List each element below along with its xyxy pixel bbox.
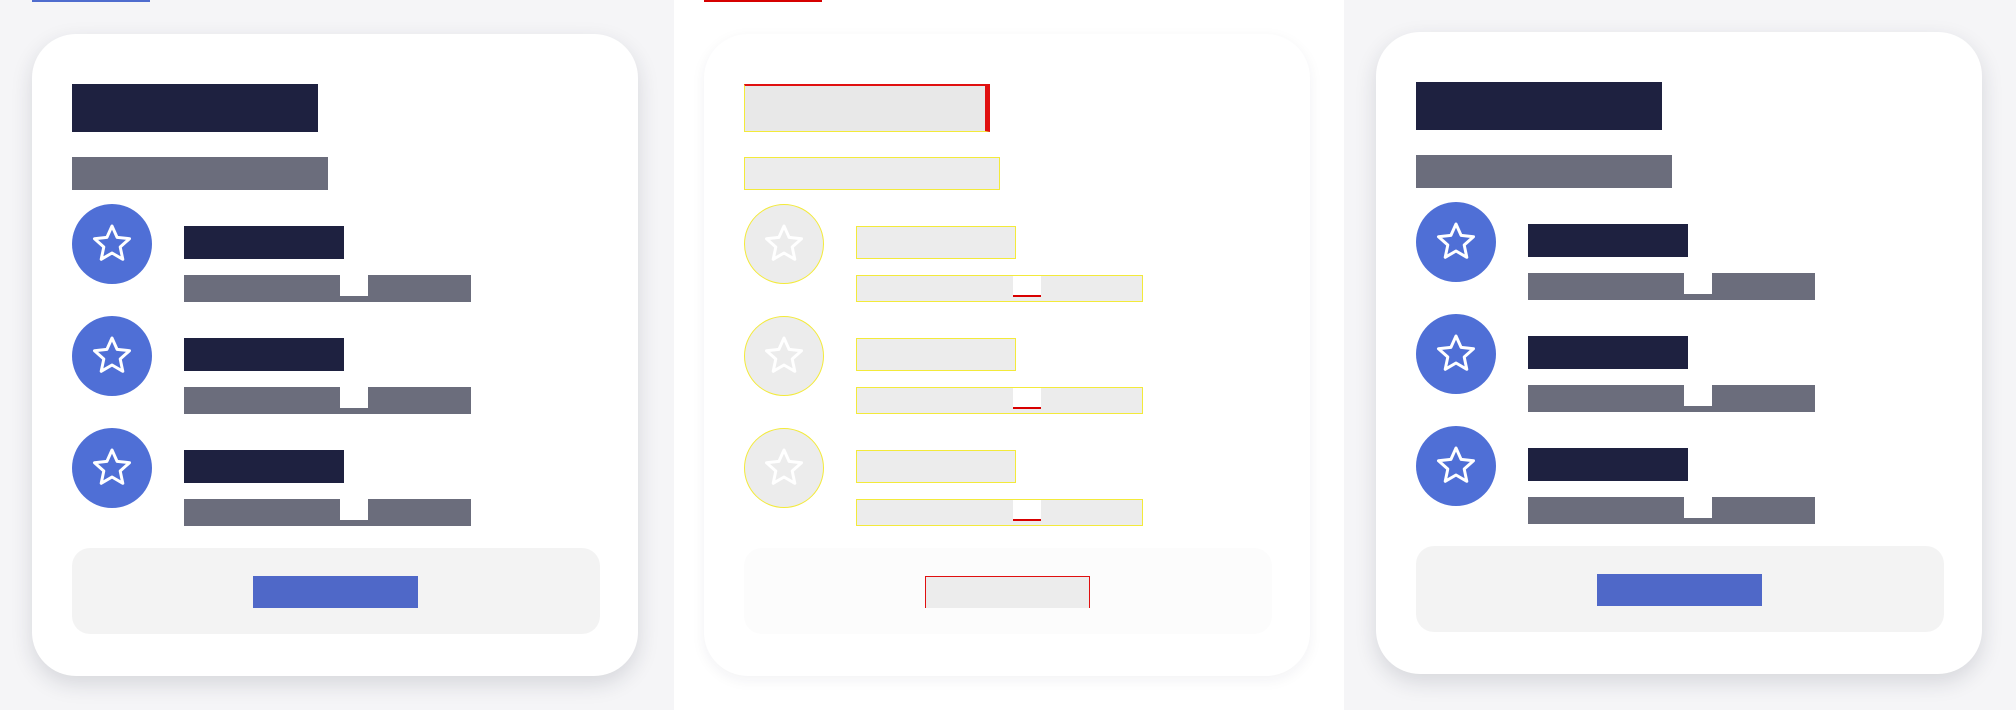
left-top-accent-line [32, 0, 150, 2]
cta-container [1416, 546, 1944, 632]
star-icon [744, 316, 824, 396]
feature-title [1528, 448, 1688, 482]
feature-item [1416, 314, 1876, 412]
feature-item [72, 204, 532, 302]
feature-item [1416, 426, 1876, 524]
feature-title-placeholder [856, 450, 1016, 484]
feature-description [1528, 385, 1815, 412]
feature-item [72, 428, 532, 526]
feature-card [32, 34, 638, 676]
feature-title [184, 226, 344, 260]
feature-list [72, 204, 532, 526]
description-line-gap [1684, 273, 1712, 294]
feature-list [1416, 202, 1876, 524]
card-subtitle-placeholder [744, 157, 1000, 190]
star-icon [1416, 426, 1496, 506]
feature-title [184, 450, 344, 484]
star-icon [1416, 314, 1496, 394]
feature-description [184, 275, 471, 302]
star-icon [72, 428, 152, 508]
card-subtitle [72, 157, 328, 190]
feature-title [1528, 224, 1688, 258]
feature-list-skeleton [744, 204, 1204, 526]
middle-top-accent-line [704, 0, 822, 2]
feature-description-placeholder [856, 275, 1143, 302]
feature-item [72, 316, 532, 414]
feature-title-placeholder [856, 338, 1016, 372]
card-subtitle [1416, 155, 1672, 188]
primary-cta-button-placeholder[interactable] [925, 576, 1090, 608]
description-line-gap [340, 275, 368, 296]
feature-description-placeholder [856, 387, 1143, 414]
card-title [1416, 81, 1662, 130]
description-line-gap [340, 499, 368, 520]
feature-description [184, 387, 471, 414]
star-icon [744, 428, 824, 508]
description-line-gap [1013, 500, 1041, 521]
feature-item [1416, 202, 1876, 300]
feature-item-skeleton [744, 316, 1204, 414]
description-line-gap [1013, 276, 1041, 297]
feature-item-skeleton [744, 204, 1204, 302]
primary-cta-button[interactable] [253, 576, 418, 608]
left-card-variant [0, 0, 674, 710]
feature-title-placeholder [856, 226, 1016, 260]
description-line-gap [1013, 388, 1041, 409]
feature-card-skeleton [704, 34, 1310, 676]
description-line-gap [340, 387, 368, 408]
screenshot-comparison [0, 0, 2016, 710]
feature-card [1376, 32, 1982, 674]
feature-item-skeleton [744, 428, 1204, 526]
description-line-gap [1684, 385, 1712, 406]
card-title-placeholder [744, 83, 990, 132]
star-icon [1416, 202, 1496, 282]
feature-title [1528, 336, 1688, 370]
feature-description [1528, 497, 1815, 524]
star-icon [744, 204, 824, 284]
feature-description [184, 499, 471, 526]
cta-container-skeleton [744, 548, 1272, 634]
primary-cta-button[interactable] [1597, 574, 1762, 606]
middle-wireframe-card-variant [674, 0, 1344, 710]
feature-description [1528, 273, 1815, 300]
cta-container [72, 548, 600, 634]
feature-description-placeholder [856, 499, 1143, 526]
feature-title [184, 338, 344, 372]
star-icon [72, 316, 152, 396]
star-icon [72, 204, 152, 284]
description-line-gap [1684, 497, 1712, 518]
card-title [72, 83, 318, 132]
right-card-variant [1344, 0, 2016, 710]
